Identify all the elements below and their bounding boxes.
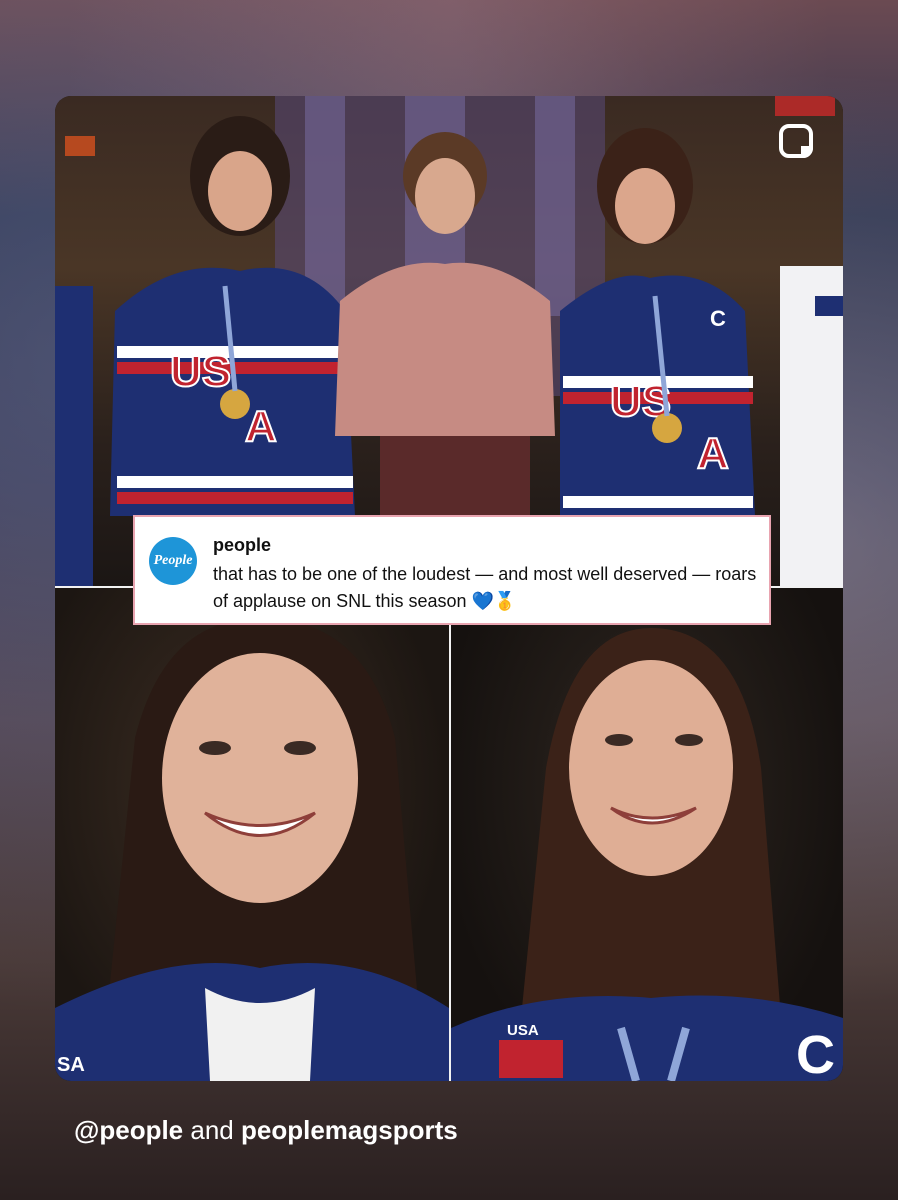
top-left-jersey-a: A [245, 402, 277, 451]
post-username[interactable]: people [213, 535, 271, 556]
bottom-right-captain-letter: C [796, 1025, 835, 1081]
attribution-line: @people and peoplemagsports [74, 1115, 458, 1146]
bottom-left-illustration: SA [55, 618, 449, 1081]
instagram-icon[interactable] [779, 124, 813, 158]
top-left-jersey-us: US [170, 347, 231, 396]
post-caption-card[interactable]: People people that has to be one of the … [133, 515, 771, 625]
post-caption-text: that has to be one of the loudest — and … [213, 564, 757, 611]
bottom-right-closeup-photo: USA C [451, 588, 843, 1081]
attribution-second-account[interactable]: peoplemagsports [241, 1115, 458, 1145]
top-right-captain-letter: C [710, 306, 726, 331]
bottom-left-closeup-photo: SA [55, 588, 449, 1081]
bottom-right-patch-usa: USA [507, 1022, 539, 1039]
bottom-left-jersey-fragment: SA [57, 1054, 85, 1076]
attribution-connector: and [183, 1115, 241, 1145]
logo-text: People [153, 553, 193, 568]
top-photo-illustration: US A US A C [55, 96, 843, 586]
people-logo-avatar[interactable]: People [149, 537, 197, 585]
attribution-handle[interactable]: @people [74, 1115, 183, 1145]
top-group-photo: US A US A C [55, 96, 843, 586]
bottom-right-illustration: USA C [451, 628, 843, 1081]
top-right-jersey-a: A [697, 429, 729, 478]
